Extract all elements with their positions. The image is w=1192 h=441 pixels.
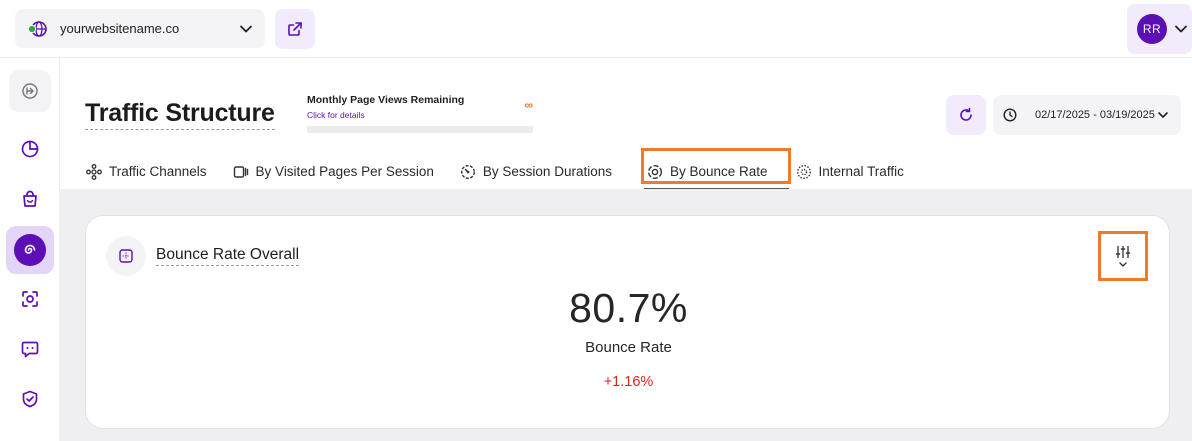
sliders-icon xyxy=(1115,245,1131,258)
bounce-grid-icon xyxy=(106,236,146,276)
globe-icon xyxy=(27,18,49,40)
sidebar-item-scan[interactable] xyxy=(9,278,51,320)
external-link-icon xyxy=(288,22,302,36)
top-bar: yourwebsitename.co RR xyxy=(0,0,1192,58)
page-views-progress-bar xyxy=(307,126,533,133)
analytics-pie-icon xyxy=(21,140,39,158)
scan-icon xyxy=(22,291,38,307)
tab-session-durations[interactable]: By Session Durations xyxy=(460,154,612,189)
infinity-icon: ∞ xyxy=(524,98,533,112)
page-views-widget: Monthly Page Views Remaining Click for d… xyxy=(307,94,533,133)
tab-label: Internal Traffic xyxy=(818,164,904,179)
chevron-down-icon xyxy=(1174,22,1188,36)
page-title: Traffic Structure xyxy=(85,99,275,130)
page-views-details-link[interactable]: Click for details xyxy=(307,110,533,120)
tab-internal-traffic[interactable]: Internal Traffic xyxy=(796,154,904,189)
chevron-down-icon xyxy=(239,22,253,36)
sidebar-item-chat[interactable] xyxy=(9,328,51,370)
user-menu-button[interactable]: RR xyxy=(1127,4,1192,54)
website-name: yourwebsitename.co xyxy=(60,21,180,36)
tab-label: Traffic Channels xyxy=(109,164,207,179)
sidebar-collapse-button[interactable] xyxy=(9,70,51,112)
bounce-rate-label: Bounce Rate xyxy=(585,339,672,356)
collapse-sidebar-icon xyxy=(22,83,38,99)
card-title: Bounce Rate Overall xyxy=(156,246,300,266)
bounce-rate-value: 80.7% xyxy=(569,285,688,331)
chevron-down-icon xyxy=(1157,109,1169,121)
refresh-icon xyxy=(960,107,972,121)
tab-visited-pages[interactable]: By Visited Pages Per Session xyxy=(233,154,434,189)
page-header: Traffic Structure Monthly Page Views Rem… xyxy=(60,58,1192,190)
sidebar xyxy=(0,58,60,441)
shop-bag-icon xyxy=(23,190,37,207)
shield-icon xyxy=(22,390,38,408)
page-views-title: Monthly Page Views Remaining xyxy=(307,94,465,106)
bounce-rate-card: Bounce Rate Overall 80.7% Bounce Rate +1… xyxy=(85,215,1170,429)
chevron-down-icon xyxy=(1119,261,1127,267)
sidebar-item-analytics[interactable] xyxy=(9,128,51,170)
tab-traffic-channels[interactable]: Traffic Channels xyxy=(86,154,207,189)
website-selector[interactable]: yourwebsitename.co xyxy=(15,9,265,48)
share-nodes-icon xyxy=(86,163,102,180)
refresh-button[interactable] xyxy=(946,95,986,135)
open-external-button[interactable] xyxy=(275,9,315,49)
clock-icon xyxy=(1003,108,1017,122)
tab-bar: Traffic Channels By Visited Pages Per Se… xyxy=(86,148,930,190)
sidebar-item-traffic[interactable] xyxy=(6,226,54,274)
traffic-spiral-icon xyxy=(24,244,36,254)
pages-icon xyxy=(233,164,249,180)
tab-label: By Visited Pages Per Session xyxy=(255,164,434,179)
tab-label: By Session Durations xyxy=(482,164,612,179)
filter-settings-button[interactable] xyxy=(1098,231,1148,281)
chat-icon xyxy=(21,341,39,358)
sidebar-item-security[interactable] xyxy=(9,378,51,420)
bounce-rate-change: +1.16% xyxy=(603,374,654,390)
main-content: Bounce Rate Overall 80.7% Bounce Rate +1… xyxy=(60,189,1192,441)
date-range-text: 02/17/2025 - 03/19/2025 xyxy=(1035,109,1155,121)
timer-icon xyxy=(460,164,476,180)
date-range-picker[interactable]: 02/17/2025 - 03/19/2025 xyxy=(993,95,1181,135)
sidebar-item-shop[interactable] xyxy=(9,178,51,220)
avatar: RR xyxy=(1137,14,1167,44)
internal-traffic-icon xyxy=(796,164,812,180)
selected-tab-highlight xyxy=(641,148,791,184)
